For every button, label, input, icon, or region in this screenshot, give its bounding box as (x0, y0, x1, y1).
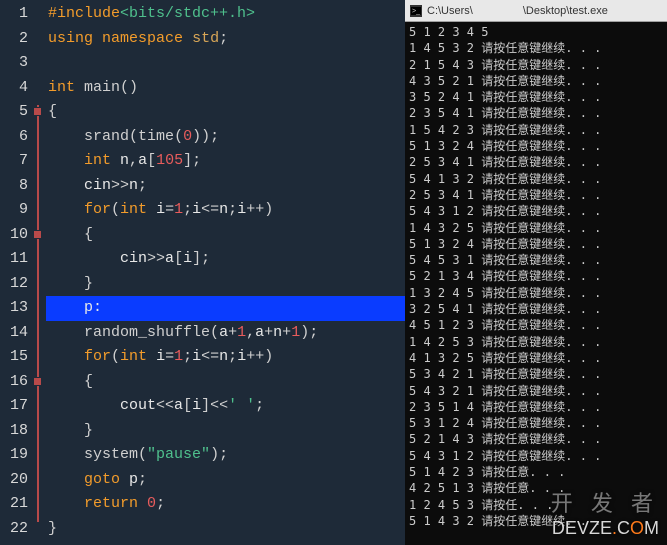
console-line: 1 4 2 5 3 请按任意键继续. . . (409, 334, 663, 350)
fold-toggle[interactable] (33, 107, 42, 116)
line-number-gutter: 12345678910111213141516171819202122 (0, 0, 32, 545)
console-title-prefix: C:\Users\ (427, 5, 473, 17)
line-number: 13 (0, 296, 28, 321)
console-line: 1 2 4 5 3 请按任. . . (409, 497, 663, 513)
code-line[interactable]: for(int i=1;i<=n;i++) (46, 345, 405, 370)
line-number: 10 (0, 223, 28, 248)
console-line: 1 4 5 3 2 请按任意键继续. . . (409, 40, 663, 56)
console-line: 5 1 4 2 3 请按任意. . . (409, 464, 663, 480)
console-line: 2 5 3 4 1 请按任意键继续. . . (409, 187, 663, 203)
code-line[interactable]: } (46, 517, 405, 542)
line-number: 6 (0, 125, 28, 150)
console-line: 5 3 1 2 4 请按任意键继续. . . (409, 415, 663, 431)
console-title-suffix: \Desktop\test.exe (523, 5, 608, 17)
line-number: 5 (0, 100, 28, 125)
console-line: 3 2 5 4 1 请按任意键继续. . . (409, 301, 663, 317)
code-line[interactable]: cin>>a[i]; (46, 247, 405, 272)
code-line[interactable]: p: (46, 296, 405, 321)
code-line[interactable]: } (46, 272, 405, 297)
line-number: 11 (0, 247, 28, 272)
console-line: 2 5 3 4 1 请按任意键继续. . . (409, 154, 663, 170)
console-pane: >_ C:\Users\ \Desktop\test.exe 5 1 2 3 4… (405, 0, 667, 545)
fold-toggle[interactable] (33, 377, 42, 386)
code-line[interactable]: { (46, 370, 405, 395)
code-line[interactable]: goto p; (46, 468, 405, 493)
fold-margin[interactable] (32, 0, 46, 545)
console-line: 4 2 5 1 3 请按任意. . . (409, 480, 663, 496)
console-line: 1 5 4 2 3 请按任意键继续. . . (409, 122, 663, 138)
code-line[interactable]: return 0; (46, 492, 405, 517)
svg-text:>_: >_ (412, 8, 420, 15)
line-number: 8 (0, 174, 28, 199)
console-line: 5 4 3 1 2 请按任意键继续. . . (409, 203, 663, 219)
code-line[interactable]: using namespace std; (46, 27, 405, 52)
console-line: 5 1 3 2 4 请按任意键继续. . . (409, 236, 663, 252)
code-line[interactable]: int n,a[105]; (46, 149, 405, 174)
code-editor-pane: 12345678910111213141516171819202122 #inc… (0, 0, 405, 545)
console-line: 5 1 2 3 4 5 (409, 24, 663, 40)
console-line: 1 3 2 4 5 请按任意键继续. . . (409, 285, 663, 301)
code-line[interactable]: } (46, 419, 405, 444)
line-number: 7 (0, 149, 28, 174)
console-line: 5 3 4 2 1 请按任意键继续. . . (409, 366, 663, 382)
console-line: 2 3 5 4 1 请按任意键继续. . . (409, 105, 663, 121)
code-line[interactable]: { (46, 223, 405, 248)
line-number: 16 (0, 370, 28, 395)
code-line[interactable]: { (46, 100, 405, 125)
code-line[interactable]: cout<<a[i]<<' '; (46, 394, 405, 419)
console-icon: >_ (409, 4, 423, 18)
code-line[interactable]: #include<bits/stdc++.h> (46, 2, 405, 27)
code-line[interactable]: system("pause"); (46, 443, 405, 468)
console-line: 5 2 1 3 4 请按任意键继续. . . (409, 268, 663, 284)
console-line: 4 3 5 2 1 请按任意键继续. . . (409, 73, 663, 89)
line-number: 3 (0, 51, 28, 76)
console-line: 4 1 3 2 5 请按任意键继续. . . (409, 350, 663, 366)
line-number: 21 (0, 492, 28, 517)
console-line: 5 1 3 2 4 请按任意键继续. . . (409, 138, 663, 154)
code-line[interactable]: for(int i=1;i<=n;i++) (46, 198, 405, 223)
line-number: 14 (0, 321, 28, 346)
code-line[interactable]: random_shuffle(a+1,a+n+1); (46, 321, 405, 346)
code-text-area[interactable]: #include<bits/stdc++.h>using namespace s… (46, 0, 405, 545)
fold-toggle[interactable] (33, 230, 42, 239)
line-number: 1 (0, 2, 28, 27)
console-line: 5 4 3 1 2 请按任意键继续. . . (409, 448, 663, 464)
console-line: 5 4 1 3 2 请按任意键继续. . . (409, 171, 663, 187)
console-output[interactable]: 5 1 2 3 4 51 4 5 3 2 请按任意键继续. . .2 1 5 4… (405, 22, 667, 531)
line-number: 18 (0, 419, 28, 444)
console-line: 2 3 5 1 4 请按任意键继续. . . (409, 399, 663, 415)
line-number: 19 (0, 443, 28, 468)
line-number: 20 (0, 468, 28, 493)
console-line: 5 4 3 2 1 请按任意键继续. . . (409, 383, 663, 399)
console-titlebar[interactable]: >_ C:\Users\ \Desktop\test.exe (405, 0, 667, 22)
line-number: 4 (0, 76, 28, 101)
console-line: 2 1 5 4 3 请按任意键继续. . . (409, 57, 663, 73)
line-number: 15 (0, 345, 28, 370)
console-line: 3 5 2 4 1 请按任意键继续. . . (409, 89, 663, 105)
code-line[interactable]: srand(time(0)); (46, 125, 405, 150)
console-line: 5 2 1 4 3 请按任意键继续. . . (409, 431, 663, 447)
console-line: 5 4 5 3 1 请按任意键继续. . . (409, 252, 663, 268)
console-line: 5 1 4 3 2 请按任意键继续. . . (409, 513, 663, 529)
line-number: 17 (0, 394, 28, 419)
line-number: 2 (0, 27, 28, 52)
console-line: 1 4 3 2 5 请按任意键继续. . . (409, 220, 663, 236)
console-line: 4 5 1 2 3 请按任意键继续. . . (409, 317, 663, 333)
line-number: 9 (0, 198, 28, 223)
code-line[interactable] (46, 51, 405, 76)
line-number: 12 (0, 272, 28, 297)
code-line[interactable]: int main() (46, 76, 405, 101)
line-number: 22 (0, 517, 28, 542)
code-line[interactable]: cin>>n; (46, 174, 405, 199)
